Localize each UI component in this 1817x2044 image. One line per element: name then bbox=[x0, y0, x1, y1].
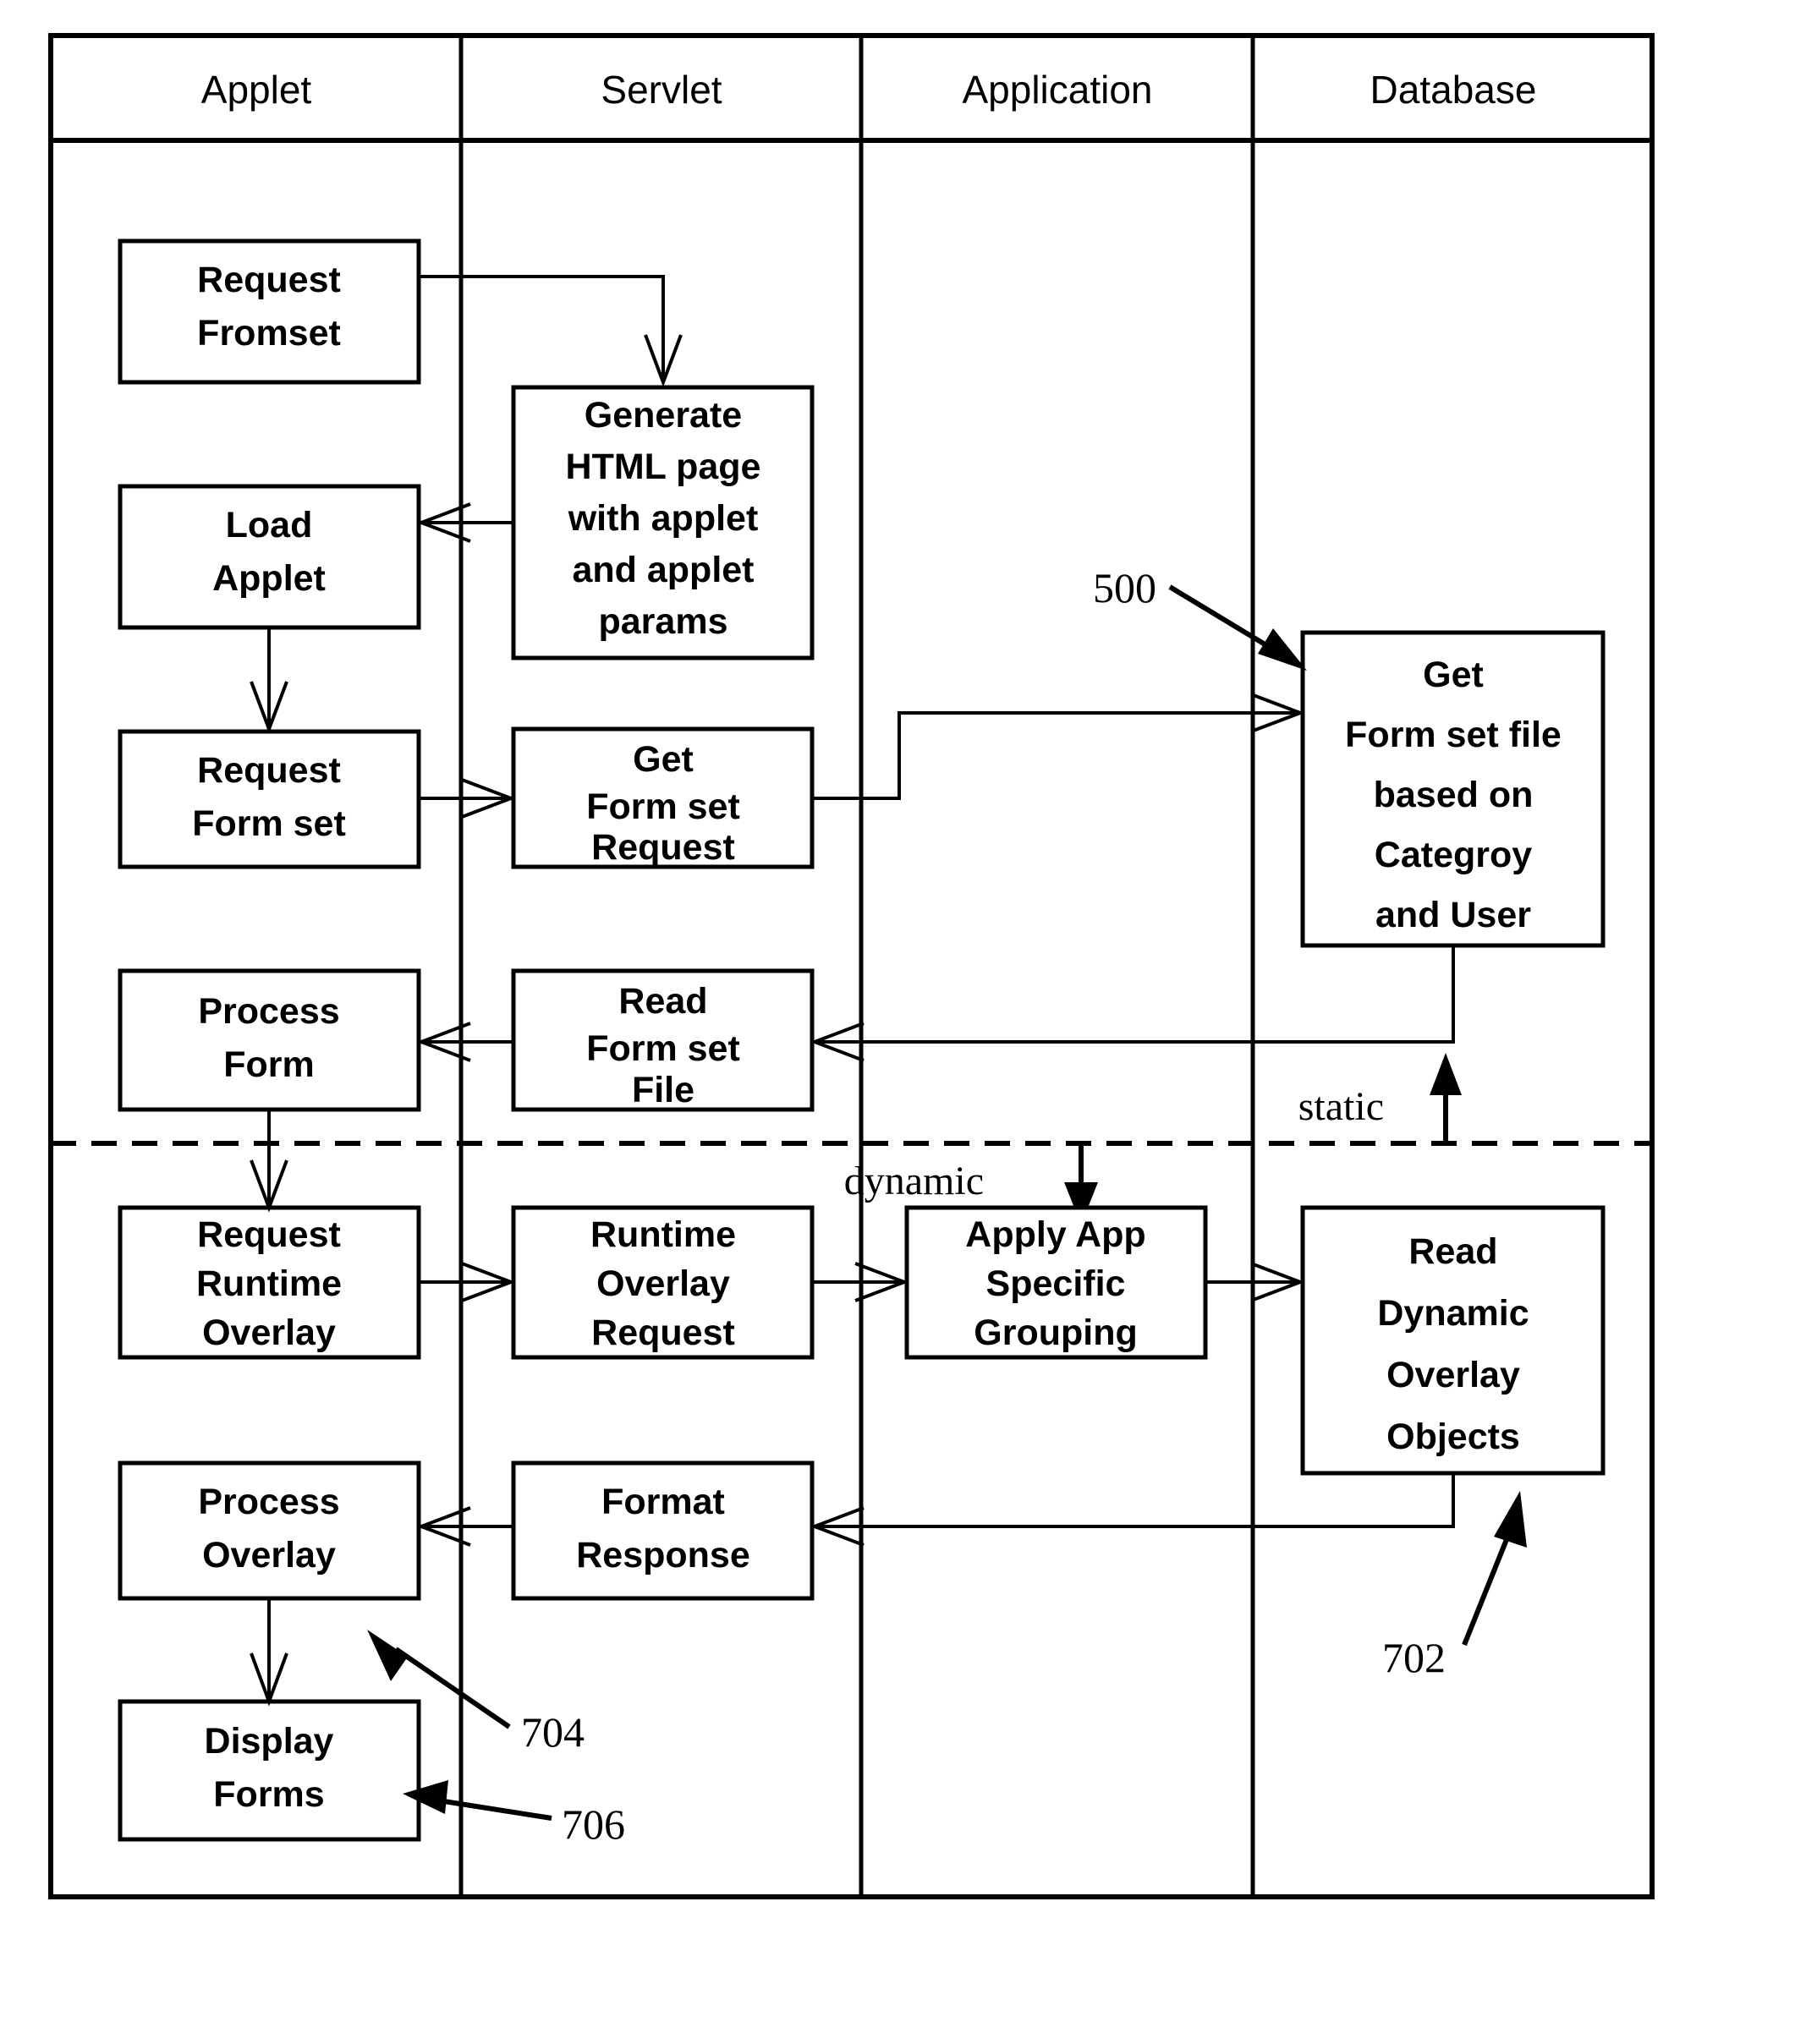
connector-database-to-read-form-set-file bbox=[810, 945, 1455, 1062]
node-get-form-set-request-line-3: Request bbox=[591, 827, 735, 868]
node-request-form-set-line-1: Request bbox=[197, 750, 341, 791]
node-get-form-set-request-line-1: Get bbox=[633, 739, 694, 780]
node-runtime-overlay-request-line-1: Runtime bbox=[590, 1214, 736, 1255]
node-read-dynamic-overlay-objects-line-4: Objects bbox=[1386, 1417, 1520, 1457]
node-read-form-set-file-line-3: File bbox=[632, 1070, 694, 1110]
node-generate-html-page-line-1: Generate bbox=[585, 395, 742, 436]
node-request-fromset: Request Fromset bbox=[118, 238, 421, 385]
node-generate-html-page-line-4: and applet bbox=[572, 550, 754, 590]
node-read-dynamic-overlay-objects-line-3: Overlay bbox=[1386, 1355, 1520, 1395]
node-process-overlay-line-1: Process bbox=[198, 1482, 339, 1522]
node-generate-html-page-line-5: params bbox=[599, 601, 728, 642]
node-runtime-overlay-request-line-2: Overlay bbox=[596, 1263, 730, 1304]
node-get-form-set-file-line-3: based on bbox=[1374, 775, 1534, 815]
static-arrow-head-icon bbox=[1430, 1053, 1462, 1095]
node-request-fromset-line-2: Fromset bbox=[197, 313, 341, 353]
node-generate-html-page: Generate HTML page with applet and apple… bbox=[511, 385, 815, 660]
node-apply-app-specific-grouping-line-1: Apply App bbox=[965, 1214, 1145, 1255]
node-runtime-overlay-request-line-3: Request bbox=[591, 1312, 735, 1353]
node-display-forms: Display Forms bbox=[118, 1699, 421, 1842]
connector-request-runtime-overlay-to-runtime-overlay-request bbox=[419, 1262, 516, 1302]
node-get-form-set-file: Get Form set file based on Categroy and … bbox=[1300, 630, 1606, 948]
node-read-dynamic-overlay-objects-line-1: Read bbox=[1408, 1231, 1497, 1272]
column-header-application: Application bbox=[962, 68, 1152, 112]
reference-numeral-706: 706 bbox=[562, 1800, 625, 1848]
node-request-runtime-overlay-line-3: Overlay bbox=[202, 1312, 336, 1353]
node-request-runtime-overlay: Request Runtime Overlay bbox=[118, 1205, 421, 1360]
node-read-form-set-file: Read Form set File bbox=[511, 968, 815, 1112]
node-process-form-line-2: Form bbox=[223, 1044, 315, 1085]
node-process-form: Process Form bbox=[118, 968, 421, 1112]
node-process-form-line-1: Process bbox=[198, 991, 339, 1032]
reference-pointer-702 bbox=[1462, 1491, 1527, 1647]
node-request-fromset-line-1: Request bbox=[197, 260, 341, 300]
node-apply-app-specific-grouping-line-3: Grouping bbox=[974, 1312, 1137, 1353]
node-request-form-set-line-2: Form set bbox=[192, 803, 346, 844]
node-get-form-set-file-line-2: Form set file bbox=[1345, 715, 1562, 755]
reference-numeral-702: 702 bbox=[1382, 1634, 1446, 1681]
node-load-applet-line-2: Applet bbox=[212, 558, 326, 599]
connector-read-form-set-file-to-process-form bbox=[416, 1022, 513, 1062]
node-get-form-set-file-line-4: Categroy bbox=[1375, 835, 1532, 875]
node-generate-html-page-line-3: with applet bbox=[568, 498, 759, 539]
node-request-runtime-overlay-line-1: Request bbox=[197, 1214, 341, 1255]
reference-pointer-706 bbox=[403, 1780, 552, 1821]
connector-process-form-to-request-runtime-overlay bbox=[250, 1110, 288, 1213]
node-read-form-set-file-line-1: Read bbox=[618, 981, 707, 1022]
node-generate-html-page-line-2: HTML page bbox=[566, 447, 761, 487]
swimlane-flowchart-canvas: Applet Servlet Application Database stat… bbox=[48, 33, 1655, 1899]
connector-request-fromset-to-generate-html bbox=[419, 275, 683, 387]
column-header-database: Database bbox=[1370, 68, 1537, 112]
node-display-forms-line-2: Forms bbox=[213, 1774, 324, 1815]
patent-flowchart-figure: Applet Servlet Application Database stat… bbox=[0, 0, 1817, 2044]
reference-numeral-704: 704 bbox=[521, 1708, 585, 1756]
column-header-servlet: Servlet bbox=[601, 68, 722, 112]
node-process-overlay: Process Overlay bbox=[118, 1460, 421, 1601]
connector-runtime-overlay-request-to-apply-app-grouping bbox=[812, 1262, 909, 1302]
node-process-overlay-line-2: Overlay bbox=[202, 1535, 336, 1575]
reference-pointer-500 bbox=[1168, 584, 1307, 671]
node-format-response: Format Response bbox=[511, 1460, 815, 1601]
connector-format-response-to-process-overlay bbox=[416, 1506, 513, 1547]
node-load-applet-line-1: Load bbox=[226, 505, 313, 545]
connector-get-form-set-request-to-database bbox=[812, 693, 1305, 800]
connector-generate-html-to-load-applet bbox=[416, 502, 513, 543]
connector-process-overlay-to-display-forms bbox=[250, 1598, 288, 1707]
connector-read-dynamic-overlay-to-format-response bbox=[810, 1473, 1455, 1547]
node-format-response-line-2: Response bbox=[576, 1535, 750, 1575]
reference-numeral-500: 500 bbox=[1093, 564, 1156, 611]
node-runtime-overlay-request: Runtime Overlay Request bbox=[511, 1205, 815, 1360]
node-apply-app-specific-grouping-line-2: Specific bbox=[986, 1263, 1126, 1304]
column-header-applet: Applet bbox=[201, 68, 312, 112]
node-get-form-set-request: Get Form set Request bbox=[511, 726, 815, 869]
node-get-form-set-file-line-1: Get bbox=[1423, 655, 1484, 695]
node-request-form-set: Request Form set bbox=[118, 729, 421, 869]
phase-label-dynamic: dynamic bbox=[844, 1159, 984, 1203]
connector-request-form-set-to-get-form-set-request bbox=[419, 778, 516, 819]
connector-load-applet-to-request-form-set bbox=[250, 627, 288, 734]
node-request-runtime-overlay-line-2: Runtime bbox=[196, 1263, 342, 1304]
node-get-form-set-file-line-5: and User bbox=[1375, 895, 1531, 935]
node-format-response-line-1: Format bbox=[601, 1482, 725, 1522]
node-read-dynamic-overlay-objects: Read Dynamic Overlay Objects bbox=[1300, 1205, 1606, 1476]
node-display-forms-line-1: Display bbox=[205, 1721, 334, 1762]
node-load-applet: Load Applet bbox=[118, 484, 421, 630]
node-get-form-set-request-line-2: Form set bbox=[586, 786, 740, 827]
node-read-form-set-file-line-2: Form set bbox=[586, 1028, 740, 1069]
phase-label-static: static bbox=[1298, 1084, 1384, 1129]
node-read-dynamic-overlay-objects-line-2: Dynamic bbox=[1377, 1293, 1529, 1334]
node-apply-app-specific-grouping: Apply App Specific Grouping bbox=[904, 1205, 1208, 1360]
